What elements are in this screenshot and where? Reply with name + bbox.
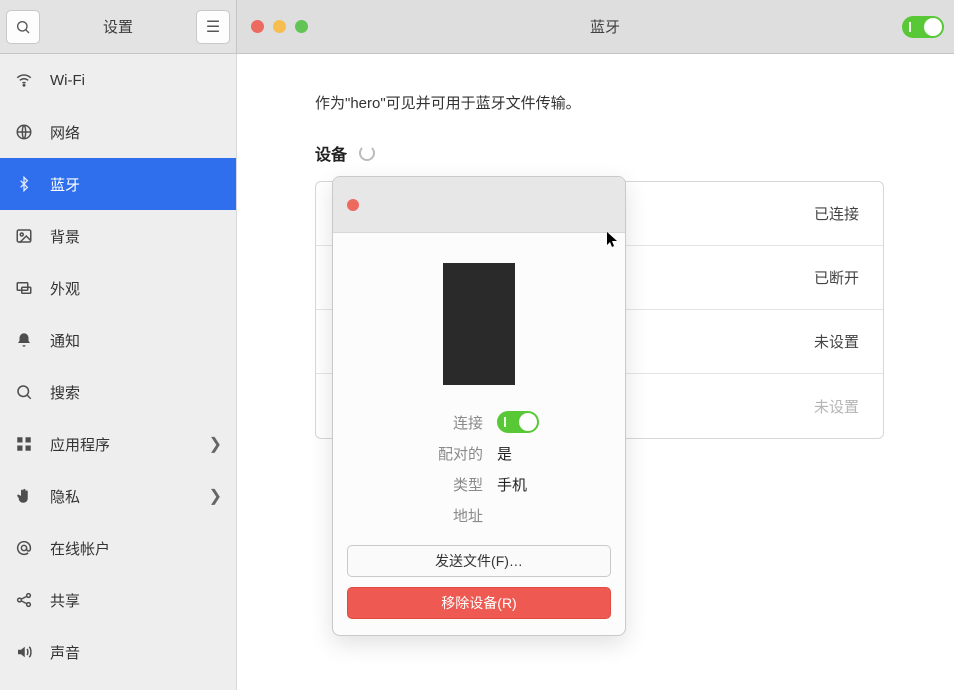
bluetooth-icon	[14, 174, 34, 194]
sidebar-item-background[interactable]: 背景	[0, 210, 236, 262]
appearance-icon	[14, 278, 34, 298]
search-icon	[14, 382, 34, 402]
settings-header-left: 设置 ☰	[0, 0, 237, 54]
remove-device-button[interactable]: 移除设备(R)	[347, 587, 611, 619]
search-button[interactable]	[6, 10, 40, 44]
chevron-right-icon: ❯	[209, 434, 222, 454]
sidebar-item-privacy[interactable]: 隐私 ❯	[0, 470, 236, 522]
devices-header: 设备	[315, 141, 884, 165]
device-status: 未设置	[814, 331, 859, 352]
image-icon	[14, 226, 34, 246]
connection-label: 连接	[419, 412, 483, 433]
sidebar-item-network[interactable]: 网络	[0, 106, 236, 158]
toggle-knob	[924, 18, 942, 36]
sidebar-item-label: 在线帐户	[50, 538, 110, 559]
address-label: 地址	[419, 505, 483, 526]
sidebar-item-label: 搜索	[50, 382, 80, 403]
minimize-window-button[interactable]	[273, 20, 286, 33]
hamburger-button[interactable]: ☰	[196, 10, 230, 44]
bell-icon	[14, 330, 34, 350]
hand-icon	[14, 486, 34, 506]
dialog-actions: 发送文件(F)… 移除设备(R)	[333, 537, 625, 635]
device-status: 未设置	[814, 396, 859, 417]
sidebar-item-label: 通知	[50, 330, 80, 351]
chevron-right-icon: ❯	[209, 486, 222, 506]
device-image-icon	[443, 263, 515, 385]
sidebar-item-apps[interactable]: 应用程序 ❯	[0, 418, 236, 470]
type-label: 类型	[419, 474, 483, 495]
device-status: 已连接	[814, 203, 859, 224]
sidebar-item-label: 背景	[50, 226, 80, 247]
sidebar-item-label: 共享	[50, 590, 80, 611]
sidebar-item-sound[interactable]: 声音	[0, 626, 236, 678]
paired-label: 配对的	[419, 443, 483, 464]
globe-icon	[14, 122, 34, 142]
sidebar-item-online-accounts[interactable]: 在线帐户	[0, 522, 236, 574]
page-header: 蓝牙	[237, 0, 954, 54]
dialog-header	[333, 177, 625, 233]
sidebar-item-label: 网络	[50, 122, 80, 143]
at-icon	[14, 538, 34, 558]
window-controls	[251, 20, 308, 33]
sidebar-item-label: 外观	[50, 278, 80, 299]
toggle-knob	[519, 413, 537, 431]
type-value: 手机	[497, 474, 539, 495]
maximize-window-button[interactable]	[295, 20, 308, 33]
sidebar-item-appearance[interactable]: 外观	[0, 262, 236, 314]
share-icon	[14, 590, 34, 610]
wifi-icon	[14, 70, 34, 90]
settings-sidebar: Wi-Fi 网络 蓝牙 背景 外观 通知 搜索 应用程序 ❯ 隐私 ❯ 在线帐户…	[0, 54, 237, 690]
sidebar-item-notifications[interactable]: 通知	[0, 314, 236, 366]
dialog-close-button[interactable]	[347, 199, 359, 211]
sidebar-item-label: 声音	[50, 642, 80, 663]
visibility-status-text: 作为"hero"可见并可用于蓝牙文件传输。	[315, 92, 884, 113]
grid-icon	[14, 434, 34, 454]
sidebar-item-bluetooth[interactable]: 蓝牙	[0, 158, 236, 210]
close-window-button[interactable]	[251, 20, 264, 33]
device-properties: 连接 配对的 是 类型 手机 地址	[419, 411, 539, 526]
paired-value: 是	[497, 443, 539, 464]
sidebar-item-label: Wi-Fi	[50, 72, 85, 89]
hamburger-icon: ☰	[206, 17, 220, 37]
device-details-dialog: 连接 配对的 是 类型 手机 地址 发送文件(F)… 移除设备(R)	[332, 176, 626, 636]
devices-label: 设备	[315, 141, 347, 165]
sidebar-item-label: 蓝牙	[50, 174, 80, 195]
device-status: 已断开	[814, 267, 859, 288]
dialog-body: 连接 配对的 是 类型 手机 地址	[333, 233, 625, 537]
toggle-on-mark	[504, 417, 506, 427]
settings-title: 设置	[48, 16, 188, 37]
connection-toggle[interactable]	[497, 411, 539, 433]
sidebar-item-sharing[interactable]: 共享	[0, 574, 236, 626]
loading-spinner-icon	[359, 145, 375, 161]
search-icon	[15, 19, 31, 35]
sidebar-item-wifi[interactable]: Wi-Fi	[0, 54, 236, 106]
bluetooth-master-toggle[interactable]	[902, 16, 944, 38]
sidebar-item-label: 隐私	[50, 486, 80, 507]
page-title: 蓝牙	[308, 16, 902, 37]
send-file-button[interactable]: 发送文件(F)…	[347, 545, 611, 577]
sidebar-item-label: 应用程序	[50, 434, 110, 455]
speaker-icon	[14, 642, 34, 662]
toggle-on-mark	[909, 22, 911, 32]
sidebar-item-search[interactable]: 搜索	[0, 366, 236, 418]
